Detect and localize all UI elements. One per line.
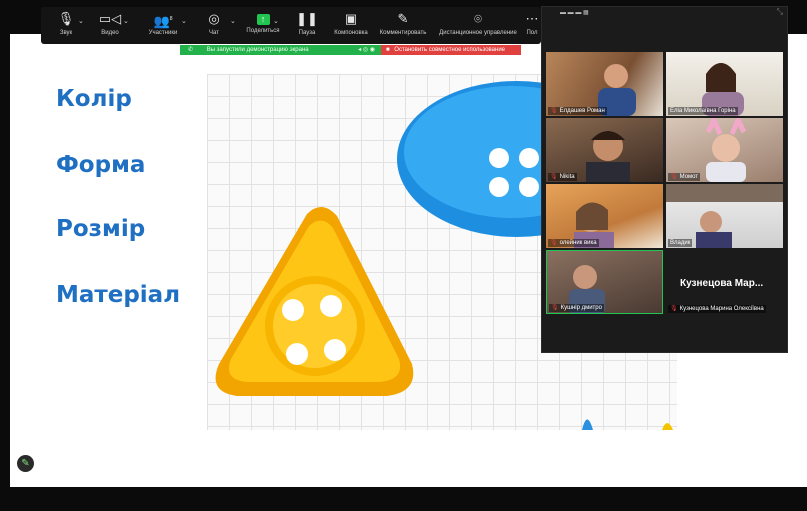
slide-word-shape: Форма [56, 152, 146, 178]
chat-label: Чат [209, 30, 219, 36]
participants-button[interactable]: 👥8 Участники [143, 9, 183, 43]
video-tile-2[interactable]: Еліа Миколаївна Горіна [666, 52, 783, 116]
participant-name: 🎙 Кузнецова Марина Олексіївна [668, 305, 766, 313]
remote-label: Дистанционное управление [439, 30, 517, 36]
left-black-edge [0, 34, 10, 487]
pause-icon: ❚❚ [296, 11, 318, 26]
phone-icon: ✆ [188, 47, 194, 53]
chat-button[interactable]: ◎ Чат [203, 9, 225, 43]
screen: Колір Форма Розмір Матеріал 🎙 Звук ⌄ ▭◁ … [0, 0, 807, 511]
participant-name: Владик [668, 239, 693, 247]
chevron-down-icon[interactable]: ⌄ [230, 17, 236, 25]
chevron-down-icon[interactable]: ⌄ [273, 17, 279, 25]
participants-count: 8 [169, 16, 173, 22]
participant-name: 🎙 Момот [668, 173, 701, 181]
video-gallery-panel: ▬ ▬ ▬ ▦ ⤡ 🎙 Елдашев Роман Еліа Миколаївна… [541, 6, 788, 353]
annotate-label: Комментировать [379, 30, 427, 36]
window-controls-icon[interactable]: ▬ ▬ ▬ ▦ [560, 9, 589, 16]
camera-icon: ▭◁ [98, 11, 122, 26]
annotate-button[interactable]: ✎ Комментировать [377, 9, 429, 43]
audio-indicator-icon: ◂ ◎ ◉ [358, 47, 375, 53]
participants-icon: 👥8 [153, 13, 173, 29]
participant-name: 🎙 Кушнір дмитро [549, 304, 604, 312]
participant-name: 🎙 олейник вика [548, 239, 599, 247]
microphone-icon: 🎙 [57, 11, 75, 26]
muted-mic-icon: 🎙 [550, 174, 558, 180]
mouse-icon: ⌾ [474, 11, 482, 26]
video-label: Видео [101, 30, 119, 36]
chevron-down-icon[interactable]: ⌄ [78, 17, 84, 25]
participant-name: 🎙 Елдашев Роман [548, 107, 607, 115]
more-button[interactable]: ⋯ Пол [525, 9, 539, 43]
participant-display-name: Кузнецова Мар... [680, 278, 764, 289]
remote-control-button[interactable]: ⌾ Дистанционное управление [435, 9, 521, 43]
pause-label: Пауза [298, 30, 316, 36]
muted-mic-icon: 🎙 [551, 305, 559, 311]
video-tile-5[interactable]: 🎙 олейник вика [546, 184, 663, 248]
muted-mic-icon: 🎙 [670, 306, 678, 312]
audio-button[interactable]: 🎙 Звук [53, 9, 79, 43]
annotation-pen-icon[interactable]: ✎ [17, 455, 34, 472]
chevron-down-icon[interactable]: ⌄ [123, 17, 129, 25]
participant-name: 🎙 Nikita [548, 173, 577, 181]
video-tile-6[interactable]: Владик [666, 184, 783, 248]
video-button[interactable]: ▭◁ Видео [95, 9, 125, 43]
stop-share-label: Остановить совместное использование [394, 47, 506, 53]
meeting-toolbar: 🎙 Звук ⌄ ▭◁ Видео ⌄ 👥8 Участники ⌄ ◎ Чат… [41, 7, 541, 44]
chat-icon: ◎ [208, 11, 220, 26]
share-screen-icon: ↑ [256, 14, 270, 25]
muted-mic-icon: 🎙 [550, 108, 558, 114]
sharing-status-text: Вы запустили демонстрацию экрана [206, 47, 309, 53]
video-tile-4[interactable]: 🎙 Момот [666, 118, 783, 182]
muted-mic-icon: 🎙 [550, 240, 558, 246]
layout-icon: ▣ [344, 11, 358, 26]
more-icon: ⋯ [525, 11, 539, 26]
stop-share-button[interactable]: ■ Остановить совместное использование [381, 45, 521, 55]
pencil-icon: ✎ [397, 11, 409, 26]
muted-mic-icon: 🎙 [670, 174, 678, 180]
video-tile-7-active-speaker[interactable]: 🎙 Кушнір дмитро [546, 250, 663, 314]
slide-word-material: Матеріал [56, 282, 181, 308]
more-label: Пол [526, 30, 538, 36]
bottom-black-bar [0, 487, 807, 511]
video-tile-8[interactable]: Кузнецова Мар... 🎙 Кузнецова Марина Олекс… [666, 250, 783, 314]
share-label: Поделиться [246, 28, 280, 34]
audio-label: Звук [59, 30, 73, 36]
share-screen-button[interactable]: ↑ Поделиться [241, 9, 285, 43]
video-tile-3[interactable]: 🎙 Nikita [546, 118, 663, 182]
participant-name: Еліа Миколаївна Горіна [668, 107, 738, 115]
sharing-status-bar: ✆ Вы запустили демонстрацию экрана ◂ ◎ ◉ [180, 45, 381, 55]
layout-label: Компоновка [334, 30, 368, 36]
slide-word-size: Розмір [56, 216, 146, 242]
chevron-down-icon[interactable]: ⌄ [181, 17, 187, 25]
slide-word-color: Колір [56, 86, 132, 112]
pause-button[interactable]: ❚❚ Пауза [295, 9, 319, 43]
expand-icon[interactable]: ⤡ [777, 7, 783, 17]
stop-icon: ■ [386, 47, 390, 53]
video-tile-1[interactable]: 🎙 Елдашев Роман [546, 52, 663, 116]
layout-button[interactable]: ▣ Компоновка [331, 9, 371, 43]
participants-label: Участники [148, 30, 178, 36]
